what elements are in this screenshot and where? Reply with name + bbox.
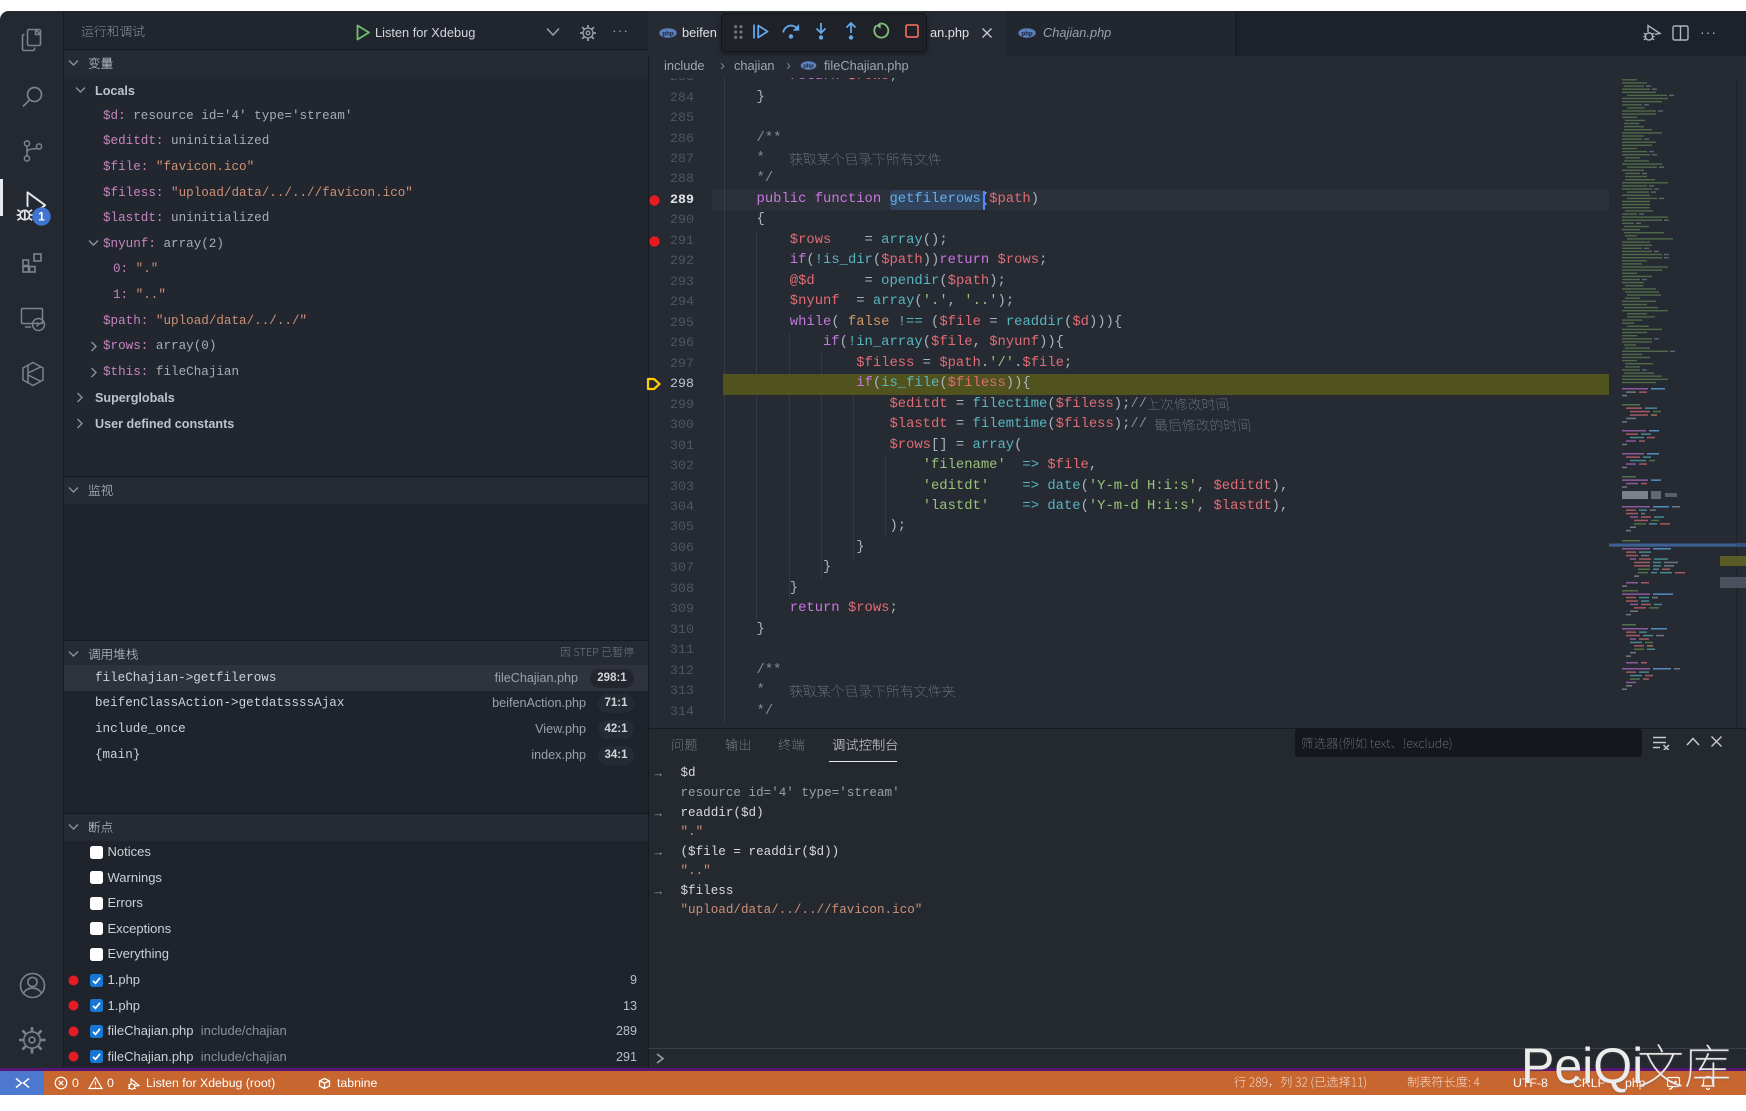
svg-text:1: 1	[38, 209, 45, 223]
svg-text:php: php	[803, 64, 814, 70]
svg-text:php: php	[1021, 30, 1033, 37]
svg-text:php: php	[662, 30, 674, 37]
